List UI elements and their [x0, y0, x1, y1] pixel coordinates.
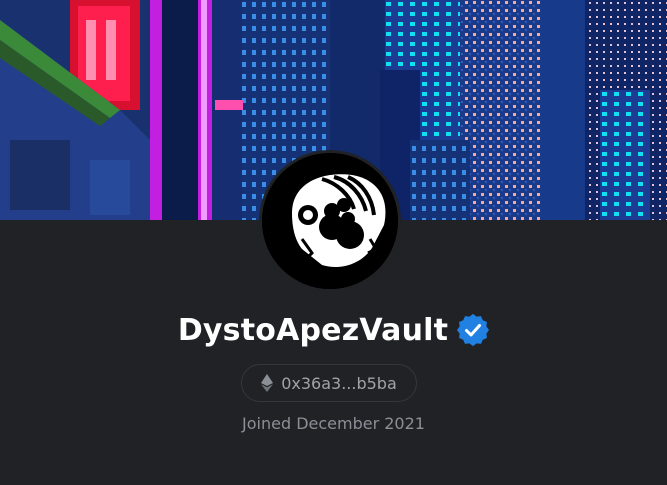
ethereum-icon [261, 374, 274, 392]
wallet-address: 0x36a3...b5ba [281, 373, 397, 393]
ape-logo-icon [262, 153, 398, 289]
verified-badge-icon [457, 314, 490, 346]
profile-avatar[interactable] [259, 150, 401, 292]
profile-name-row: DystoApezVault [0, 306, 667, 354]
wallet-address-button[interactable]: 0x36a3...b5ba [241, 364, 417, 402]
avatar-image [262, 153, 398, 289]
joined-date: Joined December 2021 [242, 414, 425, 433]
profile-name: DystoApezVault [177, 312, 449, 348]
